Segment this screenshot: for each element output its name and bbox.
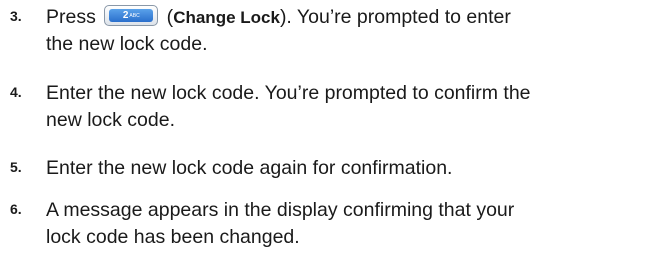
step-number: 3. — [10, 8, 22, 24]
step-text-line: Press 2ABC (Change Lock). You’re prompte… — [46, 5, 511, 28]
step-text-segment: Press — [46, 6, 102, 28]
step-3: 3. Press 2ABC (Change Lock). You’re prom… — [0, 4, 649, 64]
step-text: Enter the new lock code again for confir… — [46, 155, 646, 182]
step-text-line: lock code has been changed. — [46, 226, 300, 248]
step-6: 6. A message appears in the display conf… — [0, 197, 649, 255]
step-number: 6. — [10, 201, 22, 217]
step-4: 4. Enter the new lock code. You’re promp… — [0, 80, 649, 140]
step-text-segment: ). You’re prompted to enter — [279, 6, 511, 28]
step-text-line: A message appears in the display confirm… — [46, 199, 515, 221]
step-number: 4. — [10, 84, 22, 100]
step-text-line: Enter the new lock code again for confir… — [46, 157, 453, 179]
step-5: 5. Enter the new lock code again for con… — [0, 155, 649, 185]
step-text-line: Enter the new lock code. You’re prompted… — [46, 82, 531, 104]
key-letters: ABC — [129, 13, 140, 19]
key-face: 2ABC — [109, 9, 154, 22]
phone-key-2-abc-icon: 2ABC — [104, 5, 159, 26]
step-number: 5. — [10, 159, 22, 175]
step-text: A message appears in the display confirm… — [46, 197, 646, 251]
step-text: Enter the new lock code. You’re prompted… — [46, 80, 646, 134]
menu-option-name: Change Lock — [173, 8, 280, 27]
step-text-line: new lock code. — [46, 109, 175, 131]
step-text-line: the new lock code. — [46, 33, 208, 55]
step-text: Press 2ABC (Change Lock). You’re prompte… — [46, 4, 646, 58]
step-text-segment: ( — [161, 6, 174, 28]
key-digit: 2 — [122, 10, 129, 21]
